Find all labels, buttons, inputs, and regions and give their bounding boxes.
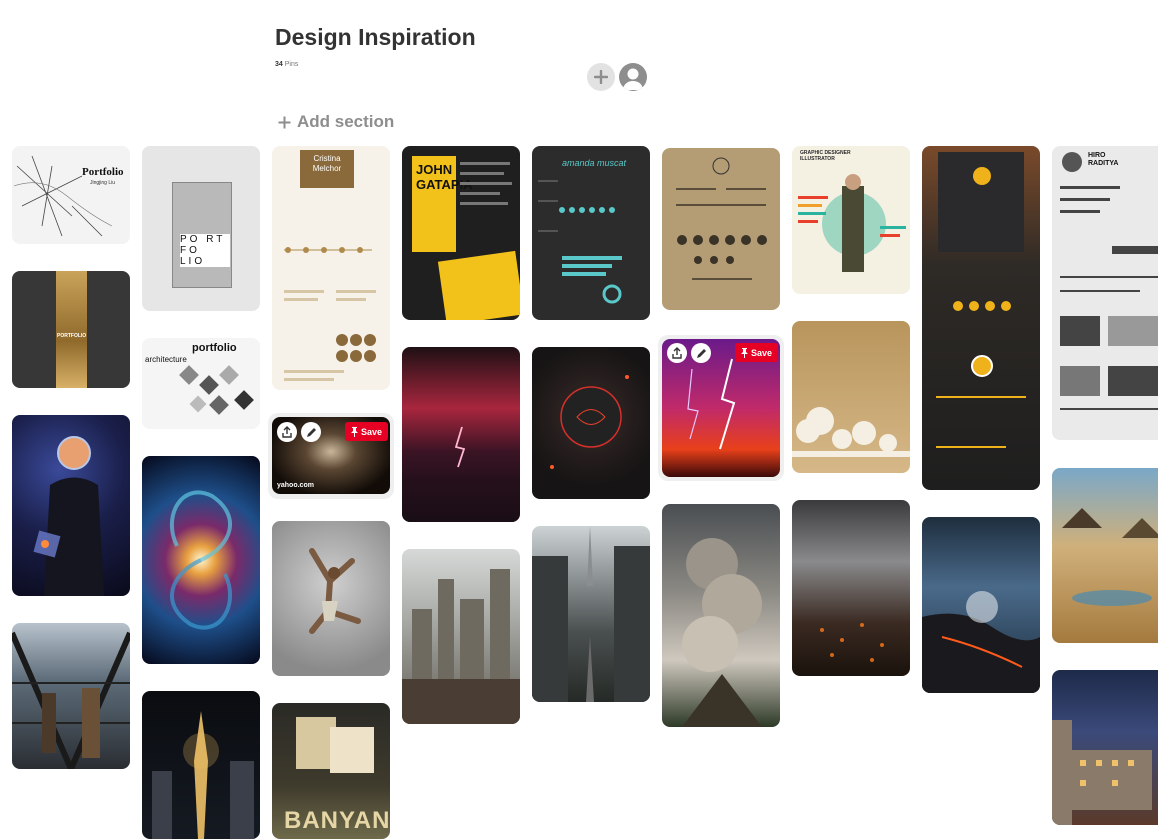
pencil-icon <box>306 427 316 437</box>
pin-image <box>792 407 910 457</box>
pin-city-street[interactable] <box>532 526 650 702</box>
save-label: Save <box>751 347 773 358</box>
pin-yahoo-space[interactable]: Save yahoo.com <box>272 417 390 494</box>
pin-domain[interactable]: yahoo.com <box>277 482 314 489</box>
pin-rooftop-night[interactable] <box>1052 670 1158 825</box>
pin-portfolio-box[interactable]: PO RT FO LIO <box>142 146 260 311</box>
pin-galaxy[interactable] <box>142 456 260 664</box>
pin-image <box>33 436 104 596</box>
resume-name: amanda muscat <box>562 158 627 168</box>
pin-image <box>170 490 232 630</box>
pin-volcano-ash[interactable] <box>662 504 780 727</box>
pin-architecture-portfolio[interactable]: architecture portfolio <box>142 338 260 429</box>
pin-image <box>13 155 113 237</box>
edit-button[interactable] <box>691 343 711 363</box>
pin-city-bridge[interactable] <box>12 623 130 769</box>
plus-icon <box>278 116 291 128</box>
save-button[interactable]: Save <box>735 343 779 362</box>
save-label: Save <box>361 426 383 437</box>
pin-icon <box>351 426 358 437</box>
pin-image <box>152 711 254 839</box>
pin-resume-amanda[interactable]: amanda muscat <box>532 146 650 320</box>
pin-image <box>402 569 520 724</box>
pin-gold-trees[interactable] <box>792 321 910 473</box>
pin-image <box>550 375 629 469</box>
pin-image <box>682 538 762 727</box>
pin-chrysler-night[interactable] <box>142 691 260 839</box>
add-section-button[interactable]: Add section <box>278 112 394 132</box>
pin-word-2: portfolio <box>192 342 237 354</box>
pin-lava-coast[interactable] <box>922 517 1040 693</box>
pin-image <box>532 526 650 702</box>
pin-image <box>676 157 767 280</box>
pin-banyan-menu[interactable]: BANYAN <box>272 703 390 839</box>
resume-name: JOHN GATAPIA <box>416 162 473 192</box>
add-section-label: Add section <box>297 112 395 131</box>
plus-icon <box>594 70 608 84</box>
pin-image <box>820 623 884 662</box>
save-button[interactable]: Save <box>345 422 389 441</box>
pin-image <box>1062 508 1158 606</box>
pin-image <box>309 548 361 634</box>
pin-resume-hiro[interactable]: HIRO RADITYA <box>1052 146 1158 440</box>
pin-letters: PO RT FO LIO <box>180 234 230 267</box>
pin-count: 34 Pins <box>275 61 298 68</box>
share-icon <box>282 426 292 438</box>
pin-storm-red[interactable] <box>402 347 520 522</box>
pin-dancer[interactable] <box>272 521 390 676</box>
pencil-icon <box>696 348 706 358</box>
pin-image <box>56 271 87 388</box>
pin-image <box>1060 152 1158 410</box>
pin-resume-kraft[interactable] <box>662 148 780 310</box>
pin-resume-cristina[interactable]: Cristina Melchor <box>272 146 390 390</box>
add-collaborator-button[interactable] <box>587 63 615 91</box>
menu-card <box>330 727 374 773</box>
pin-desert-beach[interactable] <box>1052 468 1158 643</box>
board-title: Design Inspiration <box>275 24 476 50</box>
pin-icon <box>741 347 748 358</box>
resume-name: Cristina Melchor <box>312 154 342 173</box>
pin-title: Portfolio <box>82 166 124 178</box>
pin-word-1: architecture <box>145 355 187 364</box>
user-icon <box>622 68 644 90</box>
pin-lightning[interactable]: Save <box>662 339 780 477</box>
share-button[interactable] <box>277 422 297 442</box>
pin-storm-city[interactable] <box>792 500 910 676</box>
pin-image <box>922 591 1040 693</box>
pin-resume-wood[interactable] <box>922 146 1040 490</box>
pin-resume-graphic[interactable]: GRAPHIC DESIGNER ILLUSTRATOR <box>792 146 910 294</box>
share-icon <box>672 347 682 359</box>
pin-title: BANYAN <box>284 807 390 834</box>
pin-image <box>1052 720 1152 825</box>
pin-image <box>402 426 520 522</box>
share-button[interactable] <box>667 343 687 363</box>
resume-timeline <box>284 247 376 381</box>
pin-resume-john[interactable]: JOHN GATAPIA <box>402 146 520 320</box>
pin-subtitle: Jingjing Liu <box>90 180 116 186</box>
pin-image <box>798 174 906 272</box>
pin-image <box>936 152 1026 448</box>
resume-card-2 <box>437 250 520 320</box>
pin-image <box>12 631 130 769</box>
avatar[interactable] <box>619 63 647 91</box>
pin-astronaut-art[interactable] <box>12 415 130 596</box>
pin-portfolio-gold[interactable]: PORTFOLIO <box>12 271 130 388</box>
resume-details <box>538 180 622 304</box>
edit-button[interactable] <box>301 422 321 442</box>
pin-portfolio-sketch[interactable]: Portfolio Jingjing Liu <box>12 146 130 244</box>
pin-title: PORTFOLIO <box>57 333 87 339</box>
pin-count-label: Pins <box>284 61 299 68</box>
pin-count-number: 34 <box>275 61 283 68</box>
pin-rainy-city[interactable] <box>402 549 520 724</box>
resume-lines <box>460 162 512 205</box>
pin-dark-rose[interactable] <box>532 347 650 499</box>
